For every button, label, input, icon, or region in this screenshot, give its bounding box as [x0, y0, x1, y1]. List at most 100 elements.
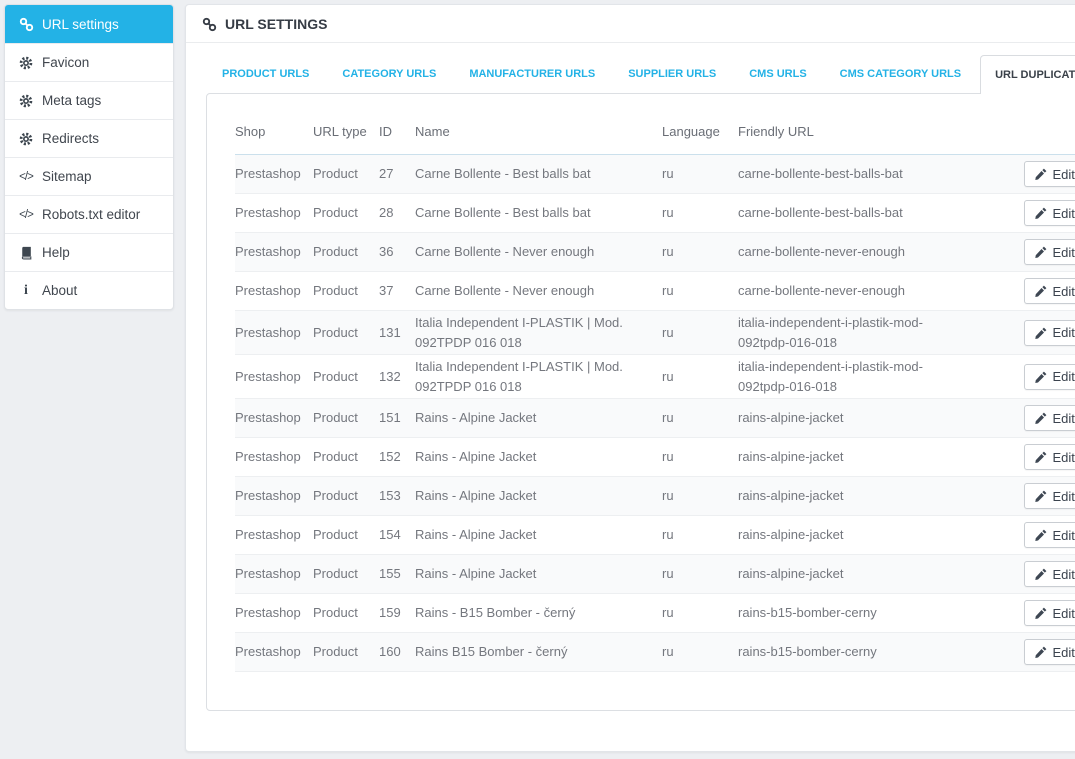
tab[interactable]: PRODUCT URLS	[208, 55, 323, 93]
cell-action: Edit	[968, 594, 1075, 633]
edit-button[interactable]: Edit	[1024, 278, 1075, 304]
cell-url-type: Product	[313, 311, 379, 355]
cell-url-type: Product	[313, 355, 379, 399]
sidebar-item[interactable]: i About	[5, 271, 173, 309]
cell-name: Carne Bollente - Never enough	[415, 233, 662, 272]
edit-button[interactable]: Edit	[1024, 561, 1075, 587]
cell-shop: Prestashop	[235, 516, 313, 555]
tab[interactable]: URL DUPLICATION	[980, 55, 1075, 94]
cell-shop: Prestashop	[235, 399, 313, 438]
edit-button[interactable]: Edit	[1024, 639, 1075, 665]
cell-shop: Prestashop	[235, 555, 313, 594]
sidebar-item-label: About	[42, 283, 77, 298]
edit-button[interactable]: Edit	[1024, 161, 1075, 187]
cell-friendly-url: italia-independent-i-plastik-mod-092tpdp…	[738, 355, 968, 399]
page: URL settings Favicon Meta tags Redirects…	[0, 0, 1075, 759]
sidebar-item[interactable]: </> Sitemap	[5, 157, 173, 195]
edit-button[interactable]: Edit	[1024, 200, 1075, 226]
edit-button-label: Edit	[1053, 369, 1075, 384]
cell-url-type: Product	[313, 194, 379, 233]
sidebar-item[interactable]: Redirects	[5, 119, 173, 157]
cell-friendly-url: rains-b15-bomber-cerny	[738, 633, 968, 672]
cell-name: Rains - Alpine Jacket	[415, 555, 662, 594]
tab[interactable]: CMS CATEGORY URLS	[826, 55, 975, 93]
sidebar-item[interactable]: </> Robots.txt editor	[5, 195, 173, 233]
column-header: ID	[379, 110, 415, 155]
edit-button[interactable]: Edit	[1024, 483, 1075, 509]
cell-action: Edit	[968, 438, 1075, 477]
pencil-icon	[1035, 246, 1047, 258]
sidebar-item-label: Sitemap	[42, 169, 92, 184]
sidebar-item[interactable]: Help	[5, 233, 173, 271]
tab[interactable]: CATEGORY URLS	[328, 55, 450, 93]
cell-language: ru	[662, 516, 738, 555]
cell-url-type: Product	[313, 438, 379, 477]
cell-id: 131	[379, 311, 415, 355]
cell-url-type: Product	[313, 233, 379, 272]
info-icon: i	[18, 283, 34, 299]
column-header: Language	[662, 110, 738, 155]
cell-name: Carne Bollente - Best balls bat	[415, 194, 662, 233]
cell-id: 36	[379, 233, 415, 272]
edit-button[interactable]: Edit	[1024, 364, 1075, 390]
cell-name: Carne Bollente - Never enough	[415, 272, 662, 311]
cell-shop: Prestashop	[235, 311, 313, 355]
cell-name: Rains - Alpine Jacket	[415, 477, 662, 516]
cell-action: Edit	[968, 194, 1075, 233]
cell-shop: Prestashop	[235, 194, 313, 233]
cell-action: Edit	[968, 555, 1075, 594]
edit-button-label: Edit	[1053, 528, 1075, 543]
cell-friendly-url: italia-independent-i-plastik-mod-092tpdp…	[738, 311, 968, 355]
edit-button-label: Edit	[1053, 284, 1075, 299]
cell-action: Edit	[968, 477, 1075, 516]
cell-shop: Prestashop	[235, 233, 313, 272]
edit-button-label: Edit	[1053, 167, 1075, 182]
tab[interactable]: CMS URLS	[735, 55, 820, 93]
tab[interactable]: MANUFACTURER URLS	[455, 55, 609, 93]
pencil-icon	[1035, 371, 1047, 383]
edit-button[interactable]: Edit	[1024, 239, 1075, 265]
cell-shop: Prestashop	[235, 438, 313, 477]
edit-button[interactable]: Edit	[1024, 320, 1075, 346]
url-duplication-table: ShopURL typeIDNameLanguageFriendly URL P…	[235, 110, 1075, 672]
cell-name: Italia Independent I-PLASTIK | Mod. 092T…	[415, 311, 662, 355]
cell-id: 151	[379, 399, 415, 438]
edit-button-label: Edit	[1053, 645, 1075, 660]
table-row: Prestashop Product 159 Rains - B15 Bombe…	[235, 594, 1075, 633]
edit-button-label: Edit	[1053, 489, 1075, 504]
pencil-icon	[1035, 451, 1047, 463]
sidebar-item[interactable]: Meta tags	[5, 81, 173, 119]
cell-id: 159	[379, 594, 415, 633]
code-icon: </>	[18, 171, 34, 183]
sidebar-item[interactable]: Favicon	[5, 43, 173, 81]
cell-action: Edit	[968, 355, 1075, 399]
column-header: Friendly URL	[738, 110, 968, 155]
tab[interactable]: SUPPLIER URLS	[614, 55, 730, 93]
cell-language: ru	[662, 155, 738, 194]
cell-id: 160	[379, 633, 415, 672]
edit-button[interactable]: Edit	[1024, 522, 1075, 548]
gear-icon	[18, 56, 34, 70]
sidebar: URL settings Favicon Meta tags Redirects…	[4, 4, 174, 310]
sidebar-item-label: Robots.txt editor	[42, 207, 140, 222]
pencil-icon	[1035, 490, 1047, 502]
sidebar-item-label: Favicon	[42, 55, 89, 70]
cell-name: Carne Bollente - Best balls bat	[415, 155, 662, 194]
sidebar-item-label: Redirects	[42, 131, 99, 146]
cell-url-type: Product	[313, 594, 379, 633]
cell-name: Rains - Alpine Jacket	[415, 438, 662, 477]
pencil-icon	[1035, 607, 1047, 619]
cell-action: Edit	[968, 633, 1075, 672]
edit-button[interactable]: Edit	[1024, 444, 1075, 470]
cell-url-type: Product	[313, 633, 379, 672]
cell-action: Edit	[968, 233, 1075, 272]
link-icon	[18, 17, 34, 32]
edit-button[interactable]: Edit	[1024, 600, 1075, 626]
table-row: Prestashop Product 131 Italia Independen…	[235, 311, 1075, 355]
sidebar-item[interactable]: URL settings	[5, 5, 173, 43]
cell-url-type: Product	[313, 399, 379, 438]
cell-language: ru	[662, 272, 738, 311]
cell-url-type: Product	[313, 555, 379, 594]
cell-id: 28	[379, 194, 415, 233]
edit-button[interactable]: Edit	[1024, 405, 1075, 431]
